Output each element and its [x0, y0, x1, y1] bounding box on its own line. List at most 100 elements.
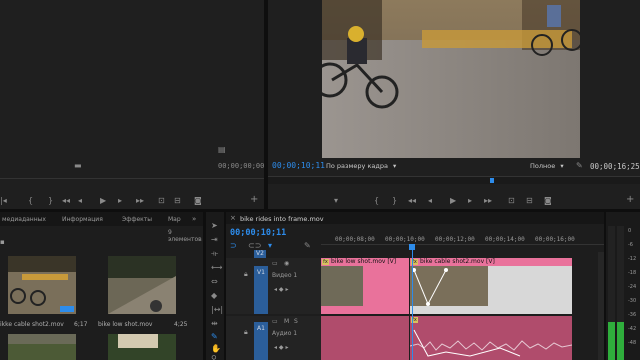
meter-scale-label: -42 — [628, 326, 637, 332]
v1-track-target[interactable]: V1 — [254, 266, 268, 314]
project-tabs: медиаданных Информация Эффекты Мар » — [0, 212, 203, 226]
clip-thumbnail[interactable] — [108, 334, 176, 360]
ripple-edit-icon[interactable]: ⟛ — [211, 250, 218, 258]
go-to-out-icon[interactable]: } — [392, 197, 397, 205]
chevron-down-icon: ▾ — [560, 162, 564, 170]
ruler-label: 00;00;12;00 — [435, 236, 475, 243]
lift-icon[interactable]: ⊡ — [508, 197, 515, 205]
lock-icon[interactable]: 🔒︎ — [244, 328, 248, 337]
v1-track-name[interactable]: Видео 1 — [272, 272, 297, 279]
camera-icon[interactable]: ◙ — [194, 197, 202, 205]
bin-icon[interactable]: ▪ — [0, 238, 5, 246]
export-frame-icon[interactable]: ▤ — [218, 146, 226, 154]
eye-icon[interactable]: ◉ — [284, 260, 289, 267]
close-icon[interactable]: × — [230, 214, 236, 222]
step-back-icon[interactable]: |◂ — [0, 197, 7, 205]
rolling-edit-icon[interactable]: ⟷ — [211, 264, 222, 272]
a1-track-header: 🔒︎ A1 ▭ M S Аудио 1 ◂ ◆ ▸ — [226, 316, 321, 360]
program-timecode[interactable]: 00;00;10;11 — [272, 161, 325, 170]
snap-icon[interactable]: ⊃ — [230, 242, 237, 250]
marker-icon[interactable]: ▾ — [334, 197, 338, 205]
go-to-in-icon[interactable]: { — [28, 197, 33, 205]
keyframe-nav-icon[interactable]: ◂ ◆ ▸ — [274, 286, 288, 293]
add-marker-icon[interactable]: ▾ — [268, 242, 272, 250]
clip-thumbnail[interactable] — [8, 334, 76, 360]
clip-duration: 4;25 — [174, 321, 188, 328]
play-icon[interactable]: ▶ — [450, 197, 456, 205]
go-to-end-icon[interactable]: ▸▸ — [136, 197, 144, 205]
slide-icon[interactable]: ⇹ — [211, 320, 218, 328]
marker-icon[interactable]: ▬ — [74, 162, 82, 170]
timeline-tab-bar: × bike rides into frame.mov — [226, 212, 604, 224]
meter-level-right — [617, 322, 624, 360]
audio-clip[interactable] — [321, 316, 409, 360]
keyframe-nav-icon[interactable]: ◂ ◆ ▸ — [274, 344, 288, 351]
fit-dropdown[interactable]: По размеру кадра ▾ — [326, 162, 396, 170]
clip-thumbnail[interactable] — [8, 256, 76, 314]
timeline-settings-icon[interactable]: ✎ — [304, 242, 311, 250]
meter-channel-left — [608, 226, 615, 360]
camera-icon[interactable]: ◙ — [544, 197, 552, 205]
video-clip[interactable]: bike low shot.mov [V] fx — [321, 258, 409, 314]
step-forward-icon[interactable]: ▸ — [118, 197, 122, 205]
fx-icon: fx — [322, 259, 329, 265]
wrench-icon[interactable]: ✎ — [576, 162, 583, 170]
slip-icon[interactable]: |↔| — [211, 306, 223, 314]
step-forward-icon[interactable]: ▸ — [468, 197, 472, 205]
linked-selection-icon[interactable]: ⊂⊃ — [248, 242, 261, 250]
go-to-in-icon[interactable]: { — [374, 197, 379, 205]
go-to-end-icon[interactable]: ▸▸ — [484, 197, 492, 205]
meter-scale-label: -6 — [628, 242, 633, 248]
track-select-icon[interactable]: ⇥ — [211, 236, 218, 244]
clip-label: bike low shot.mov [V] — [321, 258, 397, 266]
quality-dropdown[interactable]: Полное ▾ — [530, 162, 564, 170]
hand-icon[interactable]: ✋ — [211, 345, 221, 353]
program-scrubber[interactable] — [268, 176, 640, 184]
selection-tool-icon[interactable]: ➤ — [211, 222, 218, 230]
ruler-label: 00;00;10;00 — [385, 236, 425, 243]
play-back-icon[interactable]: ◂ — [78, 197, 82, 205]
a1-track-name[interactable]: Аудио 1 — [272, 330, 297, 337]
program-duration: 00;00;16;25 — [590, 162, 640, 171]
razor-icon[interactable]: ◆ — [211, 292, 217, 300]
meter-scale-label: -12 — [628, 256, 637, 262]
meter-scale-label: -30 — [628, 298, 637, 304]
a1-track-target[interactable]: A1 — [254, 322, 268, 360]
solo-button[interactable]: S — [294, 318, 298, 325]
pen-icon[interactable]: ✎ — [211, 333, 218, 341]
add-button-icon[interactable]: + — [626, 195, 634, 205]
meter-scale-label: -48 — [628, 340, 637, 346]
rewind-icon[interactable]: ◂◂ — [408, 197, 416, 205]
tab-info[interactable]: Информация — [62, 216, 103, 223]
playhead-marker[interactable] — [490, 178, 494, 183]
zoom-icon[interactable]: ⚲ — [211, 355, 217, 360]
clip-name: ikke cable shot2.mov — [0, 321, 64, 328]
tab-metadata[interactable]: медиаданных — [2, 216, 46, 223]
play-icon[interactable]: ▶ — [100, 197, 106, 205]
timeline-timecode[interactable]: 00;00;10;11 — [230, 228, 286, 238]
sync-lock-icon[interactable]: ▭ — [272, 318, 278, 325]
go-to-out-icon[interactable]: } — [48, 197, 53, 205]
timeline-tab[interactable]: bike rides into frame.mov — [240, 215, 324, 223]
lock-icon[interactable]: 🔒︎ — [244, 270, 248, 279]
rewind-icon[interactable]: ◂◂ — [62, 197, 70, 205]
insert-icon[interactable]: ⊡ — [158, 197, 165, 205]
extract-icon[interactable]: ⊟ — [526, 197, 533, 205]
tab-markers[interactable]: Мар — [168, 216, 181, 223]
step-back-icon[interactable]: ◂ — [428, 197, 432, 205]
video-clip[interactable]: bike cable shot2.mov [V] fx — [410, 258, 572, 314]
timeline-scrollbar[interactable] — [598, 252, 604, 360]
audio-clip[interactable]: fx — [410, 316, 572, 360]
overwrite-icon[interactable]: ⊟ — [174, 197, 181, 205]
clip-label: bike cable shot2.mov [V] — [410, 258, 572, 266]
rate-stretch-icon[interactable]: ⇔ — [211, 278, 218, 286]
toggle-output-icon[interactable]: ▭ — [272, 260, 278, 267]
mute-button[interactable]: M — [284, 318, 289, 325]
add-button-icon[interactable]: + — [250, 195, 258, 205]
tab-effects[interactable]: Эффекты — [122, 216, 152, 223]
timeline-ruler[interactable]: 00;00;08;00 00;00;10;00 00;00;12;00 00;0… — [321, 232, 604, 258]
more-tabs-icon[interactable]: » — [192, 215, 196, 223]
v2-track-target[interactable]: V2 — [254, 250, 266, 258]
clip-thumbnail[interactable] — [108, 256, 176, 314]
meter-level-left — [608, 322, 615, 360]
